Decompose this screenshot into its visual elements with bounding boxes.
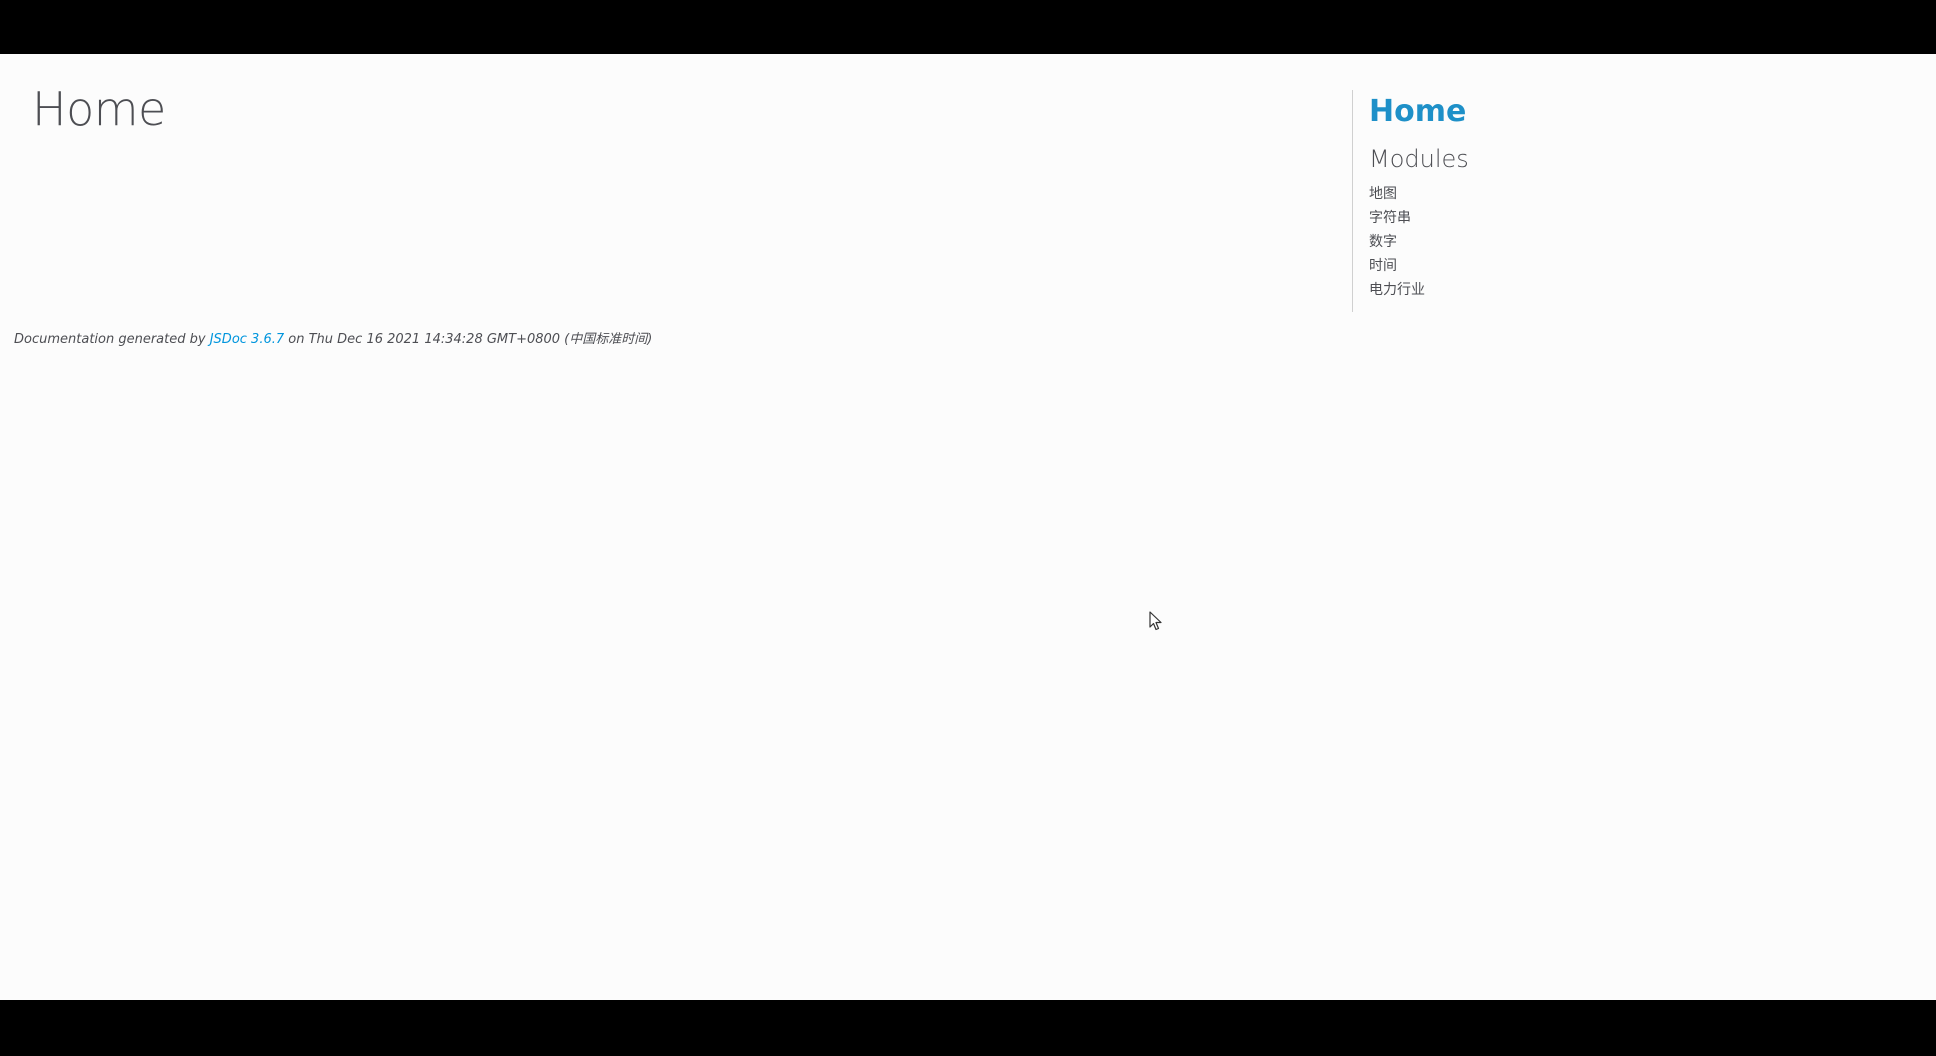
footer: Documentation generated by JSDoc 3.6.7 o…	[14, 328, 652, 347]
mouse-cursor-icon	[1149, 611, 1162, 631]
letterbox-bottom	[0, 1000, 1936, 1056]
module-link-string[interactable]: 字符串	[1369, 210, 1411, 226]
nav-modules-heading: Modules	[1369, 145, 1469, 173]
letterbox-top	[0, 0, 1936, 54]
page-title: Home	[32, 82, 166, 136]
list-item: 字符串	[1369, 206, 1872, 230]
list-item: 时间	[1369, 254, 1872, 278]
jsdoc-link[interactable]: JSDoc 3.6.7	[210, 332, 284, 347]
module-link-time[interactable]: 时间	[1369, 258, 1397, 274]
module-link-number[interactable]: 数字	[1369, 234, 1397, 250]
module-link-power-industry[interactable]: 电力行业	[1369, 282, 1425, 298]
module-link-map[interactable]: 地图	[1369, 186, 1397, 202]
sidebar-nav: Home Modules 地图 字符串 数字 时间 电力行业	[1352, 90, 1872, 312]
nav-home-link[interactable]: Home	[1369, 92, 1872, 132]
list-item: 电力行业	[1369, 278, 1872, 302]
footer-prefix: Documentation generated by	[14, 332, 210, 347]
modules-list: 地图 字符串 数字 时间 电力行业	[1369, 182, 1872, 302]
footer-suffix: on Thu Dec 16 2021 14:34:28 GMT+0800 (中国…	[284, 332, 653, 347]
list-item: 地图	[1369, 182, 1872, 206]
documentation-page: Home Documentation generated by JSDoc 3.…	[0, 54, 1936, 1000]
list-item: 数字	[1369, 230, 1872, 254]
